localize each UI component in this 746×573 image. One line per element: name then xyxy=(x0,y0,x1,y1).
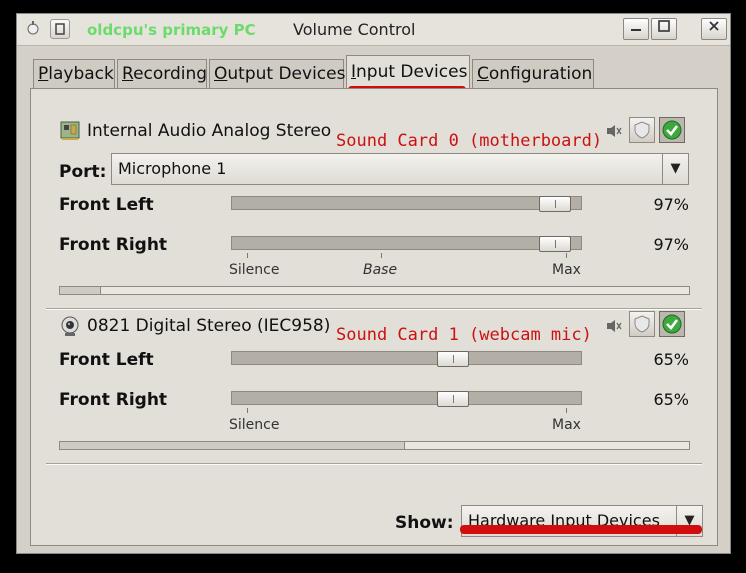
show-label: Show: xyxy=(395,513,454,533)
tick-label: Silence xyxy=(229,417,280,433)
mute-toggle-button[interactable] xyxy=(629,311,655,337)
channel-label: Front Left xyxy=(59,195,154,215)
tick-label: Base xyxy=(363,262,398,278)
tab-output-devices[interactable]: Output Devices xyxy=(209,59,345,89)
tick-mark xyxy=(566,253,567,258)
titlebar: oldcpu's primary PC Volume Control xyxy=(17,14,730,46)
speaker-icon xyxy=(605,123,623,143)
tick-mark xyxy=(566,408,567,413)
minimize-button[interactable] xyxy=(623,18,649,40)
peak-meter-fill xyxy=(60,442,405,449)
volume-control-window: oldcpu's primary PC Volume Control Playb… xyxy=(16,13,731,554)
tick-label: Silence xyxy=(229,262,280,278)
device-name: Internal Audio Analog Stereo xyxy=(87,121,332,141)
device-name: 0821 Digital Stereo (IEC958) xyxy=(87,316,331,336)
close-button[interactable] xyxy=(701,18,727,40)
volume-percent: 65% xyxy=(653,390,689,409)
peak-meter-fill xyxy=(60,287,101,294)
port-select[interactable]: Microphone 1 ▼ xyxy=(111,153,689,185)
peak-meter xyxy=(59,286,690,295)
device-annotation: Sound Card 1 (webcam mic) xyxy=(336,325,592,345)
port-label: Port: xyxy=(59,162,107,182)
tab-playback[interactable]: Playback xyxy=(33,59,115,89)
audio-card-icon xyxy=(59,119,81,141)
default-device-button[interactable] xyxy=(659,311,685,337)
peak-meter xyxy=(59,441,690,450)
input-devices-panel: Internal Audio Analog Stereo Sound Card … xyxy=(30,88,718,546)
tick-label: Max xyxy=(552,417,581,433)
slider-handle[interactable] xyxy=(437,391,469,407)
maximize-button[interactable] xyxy=(651,18,677,40)
volume-slider[interactable] xyxy=(231,236,582,252)
volume-percent: 65% xyxy=(653,350,689,369)
window-title: Volume Control xyxy=(293,20,416,39)
device-separator xyxy=(46,463,702,465)
slider-handle[interactable] xyxy=(539,236,571,252)
volume-slider[interactable] xyxy=(231,196,582,212)
tick-mark xyxy=(247,253,248,258)
show-underline xyxy=(460,525,702,534)
chevron-down-icon: ▼ xyxy=(662,154,688,184)
volume-percent: 97% xyxy=(653,195,689,214)
default-device-button[interactable] xyxy=(659,117,685,143)
channel-label: Front Left xyxy=(59,350,154,370)
tick-mark xyxy=(247,408,248,413)
tab-recording[interactable]: Recording xyxy=(117,59,207,89)
device-separator xyxy=(46,308,702,310)
mute-toggle-button[interactable] xyxy=(629,117,655,143)
slider-handle[interactable] xyxy=(539,196,571,212)
volume-percent: 97% xyxy=(653,235,689,254)
port-selected-value: Microphone 1 xyxy=(118,159,227,178)
channel-label: Front Right xyxy=(59,235,168,255)
volume-slider[interactable] xyxy=(231,351,582,367)
slider-handle[interactable] xyxy=(437,351,469,367)
volume-slider[interactable] xyxy=(231,391,582,407)
tick-label: Max xyxy=(552,262,581,278)
tick-mark xyxy=(381,253,382,258)
hostname-label: oldcpu's primary PC xyxy=(87,21,256,39)
webcam-icon xyxy=(59,315,81,337)
tab-configuration[interactable]: Configuration xyxy=(472,59,594,89)
speaker-icon xyxy=(605,318,623,338)
pin-icon[interactable] xyxy=(50,19,70,39)
app-menu-icon[interactable] xyxy=(23,19,43,39)
device-annotation: Sound Card 0 (motherboard) xyxy=(336,131,603,151)
channel-label: Front Right xyxy=(59,390,168,410)
